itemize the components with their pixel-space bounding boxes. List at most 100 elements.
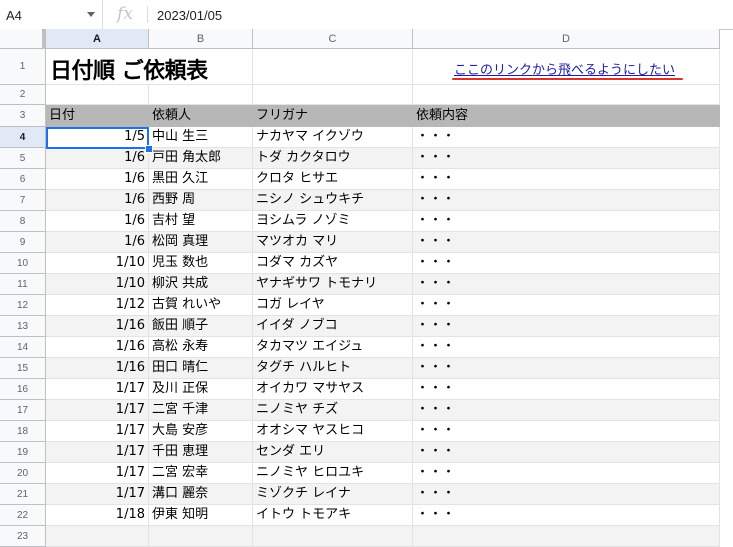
row-header-21[interactable]: 21: [0, 484, 46, 505]
cell-content[interactable]: ・・・: [413, 232, 720, 253]
cell-furigana[interactable]: ニノミヤ ヒロユキ: [253, 463, 413, 484]
cell-client[interactable]: 松岡 真理: [149, 232, 253, 253]
cell-c2[interactable]: [253, 85, 413, 105]
cell-furigana[interactable]: コガ レイヤ: [253, 295, 413, 316]
cell-furigana[interactable]: ミゾクチ レイナ: [253, 484, 413, 505]
cell-c1[interactable]: [253, 49, 413, 85]
cell-content[interactable]: ・・・: [413, 379, 720, 400]
cell-date[interactable]: 1/6: [46, 190, 149, 211]
cell-furigana[interactable]: コダマ カズヤ: [253, 253, 413, 274]
cell-furigana[interactable]: タグチ ハルヒト: [253, 358, 413, 379]
cell-client[interactable]: 及川 正保: [149, 379, 253, 400]
cell-furigana[interactable]: ナカヤマ イクゾウ: [253, 127, 413, 148]
cell-furigana[interactable]: ヨシムラ ノゾミ: [253, 211, 413, 232]
cell-furigana[interactable]: マツオカ マリ: [253, 232, 413, 253]
cell-reference[interactable]: A4: [6, 8, 22, 23]
row-header-4[interactable]: 4: [0, 127, 46, 148]
cell-date[interactable]: 1/18: [46, 505, 149, 526]
row-header-1[interactable]: 1: [0, 49, 46, 85]
cell-date[interactable]: 1/17: [46, 442, 149, 463]
cell-date[interactable]: 1/17: [46, 421, 149, 442]
cell-date[interactable]: 1/6: [46, 148, 149, 169]
row-header-10[interactable]: 10: [0, 253, 46, 274]
cell-date[interactable]: 1/17: [46, 400, 149, 421]
cell-date[interactable]: 1/17: [46, 463, 149, 484]
row-header-5[interactable]: 5: [0, 148, 46, 169]
name-box[interactable]: A4: [0, 0, 103, 29]
column-header-c[interactable]: C: [253, 29, 413, 49]
cell-client[interactable]: 千田 恵理: [149, 442, 253, 463]
cell-d2[interactable]: [413, 85, 720, 105]
cell-client[interactable]: 古賀 れいや: [149, 295, 253, 316]
cell-client[interactable]: 戸田 角太郎: [149, 148, 253, 169]
cell-client[interactable]: 飯田 順子: [149, 316, 253, 337]
row-header-3[interactable]: 3: [0, 105, 46, 127]
cell-content[interactable]: ・・・: [413, 484, 720, 505]
row-header-17[interactable]: 17: [0, 400, 46, 421]
row-header-8[interactable]: 8: [0, 211, 46, 232]
cell-furigana[interactable]: ニシノ シュウキチ: [253, 190, 413, 211]
cell-date[interactable]: 1/10: [46, 274, 149, 295]
cell-date[interactable]: 1/10: [46, 253, 149, 274]
cell-content[interactable]: ・・・: [413, 148, 720, 169]
row-header-22[interactable]: 22: [0, 505, 46, 526]
cell-client[interactable]: 児玉 数也: [149, 253, 253, 274]
cell-client[interactable]: 二宮 宏幸: [149, 463, 253, 484]
select-all-corner[interactable]: [0, 29, 46, 49]
cell-content[interactable]: ・・・: [413, 295, 720, 316]
row-header-23[interactable]: 23: [0, 526, 46, 547]
cell-content[interactable]: ・・・: [413, 190, 720, 211]
row-header-12[interactable]: 12: [0, 295, 46, 316]
cell-date[interactable]: 1/17: [46, 379, 149, 400]
row-header-11[interactable]: 11: [0, 274, 46, 295]
cell-furigana[interactable]: オオシマ ヤスヒコ: [253, 421, 413, 442]
cell-date[interactable]: 1/17: [46, 484, 149, 505]
cell-furigana[interactable]: トダ カクタロウ: [253, 148, 413, 169]
cell-date[interactable]: 1/6: [46, 169, 149, 190]
row-header-15[interactable]: 15: [0, 358, 46, 379]
cell-date[interactable]: 1/6: [46, 232, 149, 253]
cell-content[interactable]: ・・・: [413, 211, 720, 232]
cell-furigana[interactable]: タカマツ エイジュ: [253, 337, 413, 358]
cell-client[interactable]: [149, 526, 253, 547]
cell-b2[interactable]: [149, 85, 253, 105]
cell-client[interactable]: 溝口 麗奈: [149, 484, 253, 505]
cell-content[interactable]: [413, 526, 720, 547]
cell-date[interactable]: 1/16: [46, 337, 149, 358]
cell-content[interactable]: ・・・: [413, 442, 720, 463]
column-header-b[interactable]: B: [149, 29, 253, 49]
row-header-14[interactable]: 14: [0, 337, 46, 358]
cell-date[interactable]: 1/6: [46, 211, 149, 232]
row-header-18[interactable]: 18: [0, 421, 46, 442]
cell-content[interactable]: ・・・: [413, 463, 720, 484]
chevron-down-icon[interactable]: [87, 12, 95, 17]
cell-furigana[interactable]: センダ エリ: [253, 442, 413, 463]
cell-furigana[interactable]: [253, 526, 413, 547]
row-header-16[interactable]: 16: [0, 379, 46, 400]
cell-a2[interactable]: [46, 85, 149, 105]
cell-furigana[interactable]: オイカワ マサヤス: [253, 379, 413, 400]
cell-client[interactable]: 柳沢 共成: [149, 274, 253, 295]
cell-content[interactable]: ・・・: [413, 421, 720, 442]
cell-client[interactable]: 二宮 千津: [149, 400, 253, 421]
cell-furigana[interactable]: イイダ ノブコ: [253, 316, 413, 337]
cell-content[interactable]: ・・・: [413, 337, 720, 358]
row-header-7[interactable]: 7: [0, 190, 46, 211]
cell-furigana[interactable]: ヤナギサワ トモナリ: [253, 274, 413, 295]
cell-furigana[interactable]: クロタ ヒサエ: [253, 169, 413, 190]
row-header-2[interactable]: 2: [0, 85, 46, 105]
cell-content[interactable]: ・・・: [413, 400, 720, 421]
cell-content[interactable]: ・・・: [413, 505, 720, 526]
cell-client[interactable]: 大島 安彦: [149, 421, 253, 442]
row-header-13[interactable]: 13: [0, 316, 46, 337]
row-header-19[interactable]: 19: [0, 442, 46, 463]
fill-handle[interactable]: [145, 145, 153, 153]
cell-content[interactable]: ・・・: [413, 169, 720, 190]
cell-content[interactable]: ・・・: [413, 358, 720, 379]
cell-client[interactable]: 西野 周: [149, 190, 253, 211]
column-header-a[interactable]: A: [46, 29, 149, 49]
cell-content[interactable]: ・・・: [413, 127, 720, 148]
cell-client[interactable]: 伊東 知明: [149, 505, 253, 526]
cell-content[interactable]: ・・・: [413, 274, 720, 295]
cell-client[interactable]: 田口 晴仁: [149, 358, 253, 379]
